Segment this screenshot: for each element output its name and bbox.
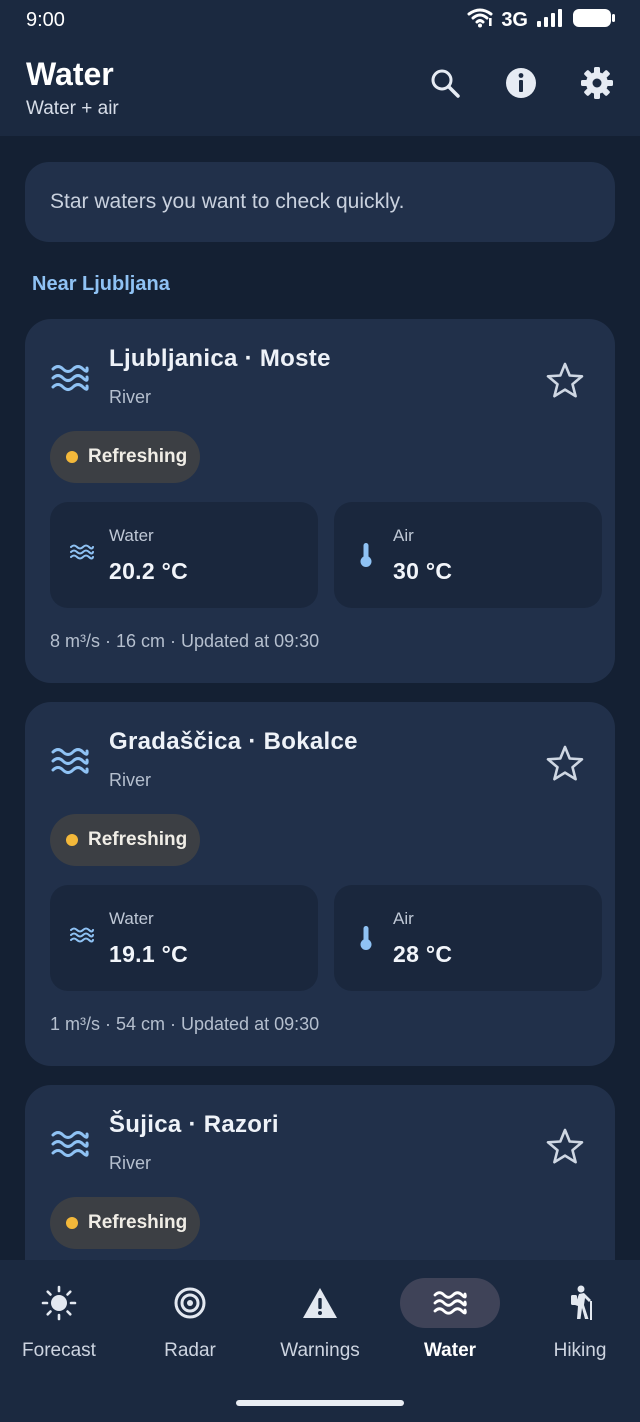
water-temperature-tile: Water 20.2 °C: [50, 502, 318, 608]
search-icon: [431, 69, 460, 98]
signal-icon: [536, 8, 564, 33]
water-name: Gradaščica · Bokalce: [109, 728, 358, 755]
app-bar: Water Water + air: [0, 40, 640, 136]
water-temperature-value: 20.2 °C: [109, 558, 189, 584]
water-temperature-value: 19.1 °C: [109, 941, 189, 967]
nav-item-warnings[interactable]: Warnings: [256, 1278, 384, 1378]
nav-icon-container: [270, 1278, 370, 1328]
air-temperature-value: 28 °C: [393, 941, 453, 967]
nav-label: Forecast: [22, 1340, 96, 1361]
hiking-icon: [571, 1285, 592, 1320]
water-card[interactable]: Ljubljanica · Moste River Refreshing Wat…: [25, 319, 615, 683]
network-type: 3G: [501, 8, 528, 31]
water-type: River: [109, 1153, 152, 1173]
status-label: Refreshing: [88, 446, 188, 467]
search-button[interactable]: [428, 66, 462, 100]
thermometer-icon: [360, 543, 372, 567]
star-icon: [546, 362, 584, 398]
info-button[interactable]: [504, 66, 538, 100]
page-subtitle: Water + air: [26, 98, 119, 119]
water-name: Ljubljanica · Moste: [109, 345, 331, 372]
small-waves-icon: [70, 544, 94, 560]
nav-icon-container: [140, 1278, 240, 1328]
nav-item-radar[interactable]: Radar: [126, 1278, 254, 1378]
waves-icon: [51, 1131, 89, 1157]
water-list[interactable]: Star waters you want to check quickly. N…: [0, 136, 640, 1260]
app-actions: [428, 66, 614, 100]
status-badge: Refreshing: [50, 1197, 200, 1249]
status-badge: Refreshing: [50, 431, 200, 483]
home-indicator[interactable]: [236, 1400, 404, 1406]
nav-label: Radar: [164, 1340, 216, 1361]
nav-label: Water: [423, 1340, 477, 1361]
status-label: Refreshing: [88, 1212, 188, 1233]
air-label: Air: [393, 526, 414, 545]
status-dot: [66, 451, 78, 463]
water-card[interactable]: Šujica · Razori River Refreshing: [25, 1085, 615, 1260]
air-temperature-tile: Air 28 °C: [334, 885, 602, 991]
settings-button[interactable]: [580, 66, 614, 100]
status-time: 9:00: [26, 8, 65, 31]
waves-icon: [433, 1291, 467, 1315]
status-dot: [66, 834, 78, 846]
gear-icon: [581, 67, 613, 99]
nav-icon-container: [400, 1278, 500, 1328]
page-title: Water: [26, 56, 114, 92]
favorite-button[interactable]: [545, 361, 585, 399]
nav-item-forecast[interactable]: Forecast: [0, 1278, 123, 1378]
card-footer: 1 m³/s · 54 cm · Updated at 09:30: [50, 1014, 320, 1034]
nav-icon-container: [530, 1278, 630, 1328]
air-temperature-tile: Air 30 °C: [334, 502, 602, 608]
hint-card: Star waters you want to check quickly.: [25, 162, 615, 242]
waves-icon: [51, 748, 89, 774]
water-type: River: [109, 387, 152, 407]
bottom-navigation: Forecast Radar Warnings Water Hiking: [0, 1260, 640, 1422]
warning-icon: [303, 1288, 337, 1318]
favorite-button[interactable]: [545, 744, 585, 782]
small-waves-icon: [70, 927, 94, 943]
water-card[interactable]: Gradaščica · Bokalce River Refreshing Wa…: [25, 702, 615, 1066]
water-name: Šujica · Razori: [109, 1111, 279, 1138]
water-label: Water: [109, 909, 154, 928]
nav-label: Warnings: [280, 1340, 360, 1361]
nav-icon-container: [9, 1278, 109, 1328]
favorite-button[interactable]: [545, 1127, 585, 1165]
thermometer-icon: [360, 926, 372, 950]
water-type: River: [109, 770, 152, 790]
waves-icon: [51, 365, 89, 391]
status-icons: 3G: [467, 7, 616, 34]
star-icon: [546, 745, 584, 781]
air-temperature-value: 30 °C: [393, 558, 453, 584]
hint-text: Star waters you want to check quickly.: [50, 190, 405, 213]
card-footer: 8 m³/s · 16 cm · Updated at 09:30: [50, 631, 320, 651]
star-icon: [546, 1128, 584, 1164]
nav-label: Hiking: [553, 1340, 607, 1361]
nav-item-hiking[interactable]: Hiking: [516, 1278, 640, 1378]
status-badge: Refreshing: [50, 814, 200, 866]
water-temperature-tile: Water 19.1 °C: [50, 885, 318, 991]
air-label: Air: [393, 909, 414, 928]
sun-icon: [41, 1285, 77, 1321]
wifi-icon: [467, 8, 493, 33]
status-label: Refreshing: [88, 829, 188, 850]
status-dot: [66, 1217, 78, 1229]
radar-icon: [174, 1287, 206, 1319]
status-bar: 9:00 3G: [0, 0, 640, 40]
nav-item-water[interactable]: Water: [386, 1278, 514, 1378]
battery-icon: [572, 7, 616, 34]
water-label: Water: [109, 526, 154, 545]
info-icon: [506, 68, 536, 98]
section-title: Near Ljubljana: [32, 273, 170, 295]
